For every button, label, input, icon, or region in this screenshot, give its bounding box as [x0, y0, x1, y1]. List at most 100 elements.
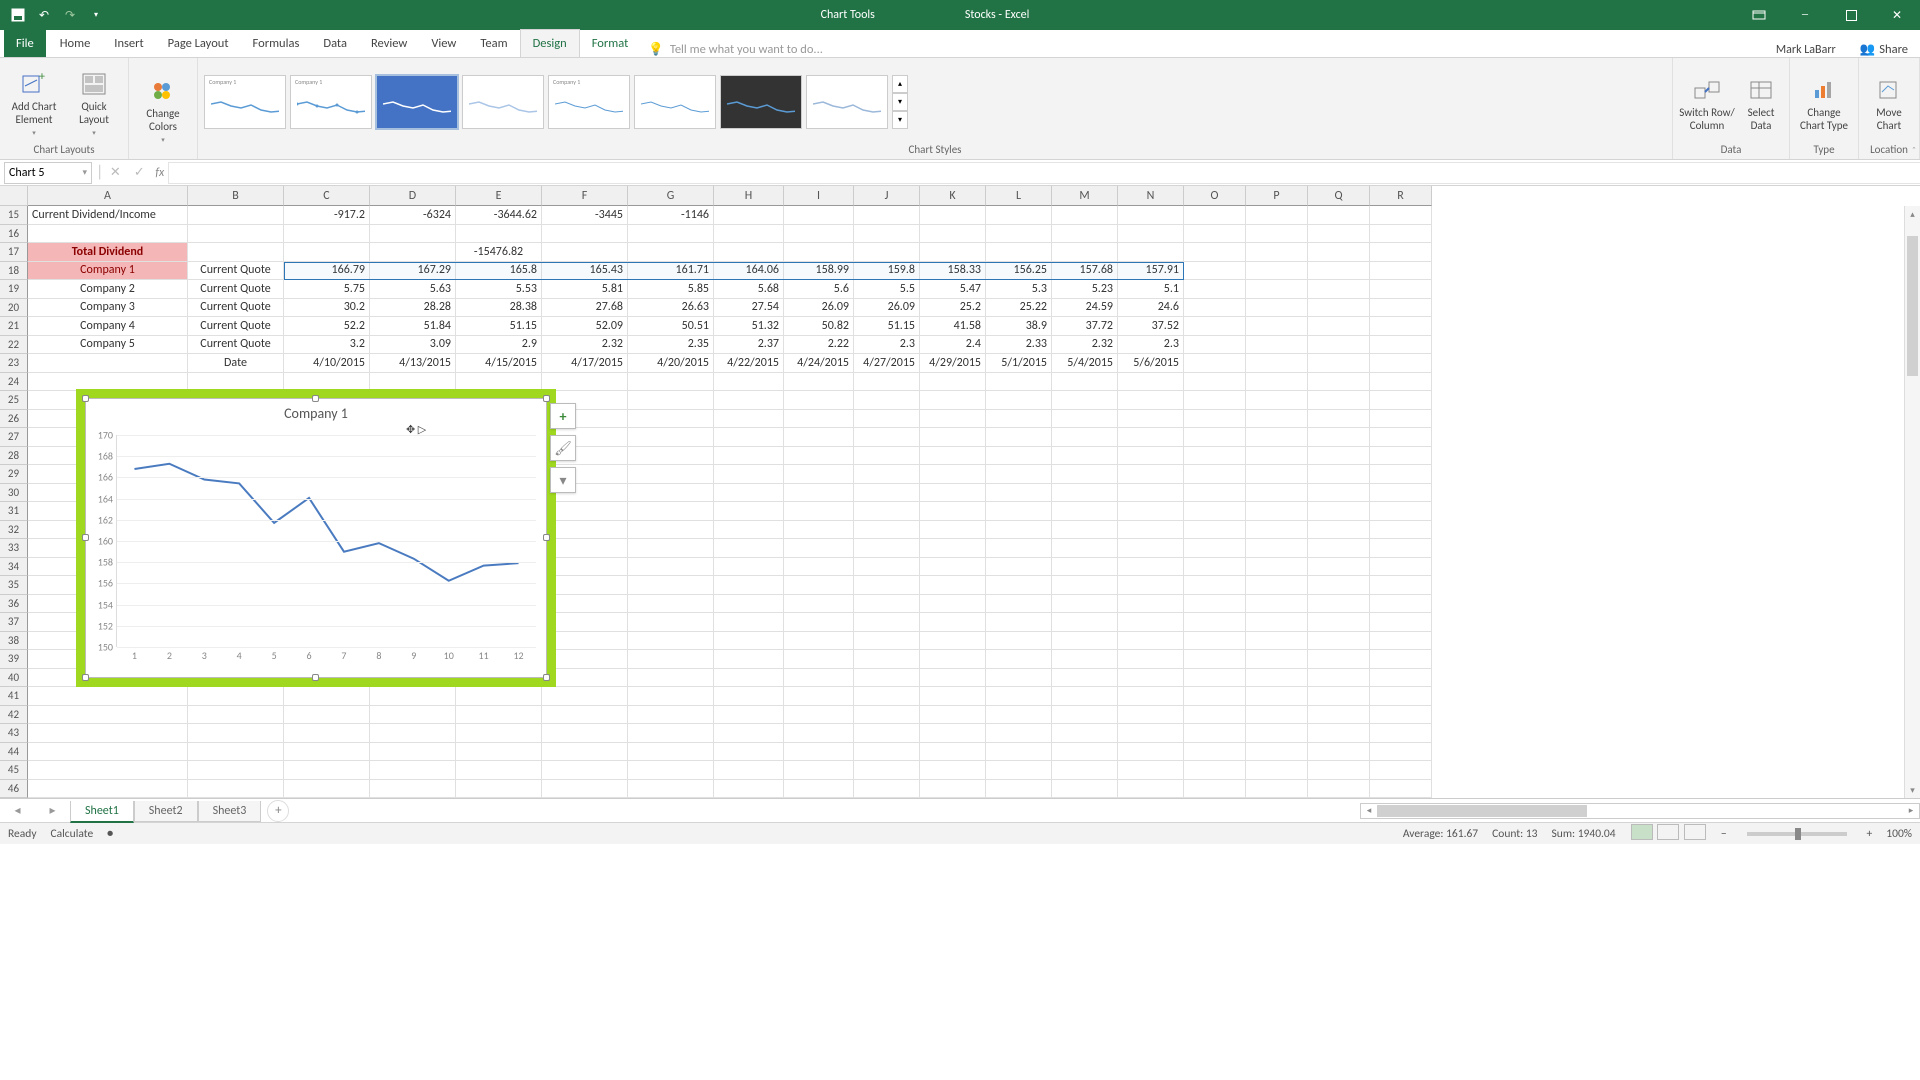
cell-H33[interactable] — [714, 539, 784, 558]
cell-G39[interactable] — [628, 650, 714, 669]
cell-N20[interactable]: 24.6 — [1118, 299, 1184, 318]
cell-I27[interactable] — [784, 428, 854, 447]
column-header-J[interactable]: J — [854, 186, 920, 206]
cell-J41[interactable] — [854, 687, 920, 706]
cell-L27[interactable] — [986, 428, 1052, 447]
cell-R17[interactable] — [1370, 243, 1432, 262]
column-header-M[interactable]: M — [1052, 186, 1118, 206]
redo-icon[interactable]: ↷ — [62, 7, 78, 23]
cell-R30[interactable] — [1370, 484, 1432, 503]
row-header-31[interactable]: 31 — [0, 502, 28, 521]
cell-Q20[interactable] — [1308, 299, 1370, 318]
cell-N36[interactable] — [1118, 595, 1184, 614]
cell-K15[interactable] — [920, 206, 986, 225]
cell-P20[interactable] — [1246, 299, 1308, 318]
cell-Q26[interactable] — [1308, 410, 1370, 429]
cell-N24[interactable] — [1118, 373, 1184, 392]
cell-R37[interactable] — [1370, 613, 1432, 632]
cell-B21[interactable]: Current Quote — [188, 317, 284, 336]
cell-F42[interactable] — [542, 706, 628, 725]
cell-G43[interactable] — [628, 724, 714, 743]
cell-O18[interactable] — [1184, 262, 1246, 281]
cell-P28[interactable] — [1246, 447, 1308, 466]
chart-handle[interactable] — [82, 674, 89, 681]
cell-I34[interactable] — [784, 558, 854, 577]
cell-J31[interactable] — [854, 502, 920, 521]
cell-P46[interactable] — [1246, 780, 1308, 799]
cell-Q15[interactable] — [1308, 206, 1370, 225]
cell-J39[interactable] — [854, 650, 920, 669]
cell-R41[interactable] — [1370, 687, 1432, 706]
accept-formula-icon[interactable]: ✓ — [127, 165, 151, 180]
cell-M19[interactable]: 5.23 — [1052, 280, 1118, 299]
cell-O46[interactable] — [1184, 780, 1246, 799]
cell-P30[interactable] — [1246, 484, 1308, 503]
cell-R35[interactable] — [1370, 576, 1432, 595]
cell-L29[interactable] — [986, 465, 1052, 484]
cell-C42[interactable] — [284, 706, 370, 725]
chart-handle[interactable] — [543, 674, 550, 681]
cell-R33[interactable] — [1370, 539, 1432, 558]
cell-Q40[interactable] — [1308, 669, 1370, 688]
cell-P38[interactable] — [1246, 632, 1308, 651]
sheet-tab-3[interactable]: Sheet3 — [198, 801, 262, 822]
cell-M32[interactable] — [1052, 521, 1118, 540]
cell-Q42[interactable] — [1308, 706, 1370, 725]
cell-R45[interactable] — [1370, 761, 1432, 780]
cell-D42[interactable] — [370, 706, 456, 725]
cell-G35[interactable] — [628, 576, 714, 595]
cell-J42[interactable] — [854, 706, 920, 725]
cell-L35[interactable] — [986, 576, 1052, 595]
cell-O26[interactable] — [1184, 410, 1246, 429]
cell-I46[interactable] — [784, 780, 854, 799]
cell-I39[interactable] — [784, 650, 854, 669]
cell-I23[interactable]: 4/24/2015 — [784, 354, 854, 373]
cell-J45[interactable] — [854, 761, 920, 780]
cell-N39[interactable] — [1118, 650, 1184, 669]
cell-P34[interactable] — [1246, 558, 1308, 577]
row-header-30[interactable]: 30 — [0, 484, 28, 503]
cell-M45[interactable] — [1052, 761, 1118, 780]
page-break-view-icon[interactable] — [1684, 824, 1706, 840]
cell-F43[interactable] — [542, 724, 628, 743]
cell-J22[interactable]: 2.3 — [854, 336, 920, 355]
row-header-25[interactable]: 25 — [0, 391, 28, 410]
cell-R18[interactable] — [1370, 262, 1432, 281]
namebox-dropdown-icon[interactable]: ▾ — [82, 167, 87, 178]
cell-N42[interactable] — [1118, 706, 1184, 725]
cell-G36[interactable] — [628, 595, 714, 614]
column-header-P[interactable]: P — [1246, 186, 1308, 206]
cell-N31[interactable] — [1118, 502, 1184, 521]
cell-N45[interactable] — [1118, 761, 1184, 780]
row-header-20[interactable]: 20 — [0, 299, 28, 318]
cell-R39[interactable] — [1370, 650, 1432, 669]
scroll-down-icon[interactable]: ▾ — [1905, 782, 1920, 798]
quick-layout-button[interactable]: Quick Layout▾ — [66, 66, 122, 137]
cell-R31[interactable] — [1370, 502, 1432, 521]
chart-title[interactable]: Company 1 — [86, 399, 546, 422]
cell-M18[interactable]: 157.68 — [1052, 262, 1118, 281]
cell-Q21[interactable] — [1308, 317, 1370, 336]
cell-K39[interactable] — [920, 650, 986, 669]
cell-K27[interactable] — [920, 428, 986, 447]
cell-A22[interactable]: Company 5 — [28, 336, 188, 355]
row-header-35[interactable]: 35 — [0, 576, 28, 595]
cell-E41[interactable] — [456, 687, 542, 706]
cell-D45[interactable] — [370, 761, 456, 780]
cell-B20[interactable]: Current Quote — [188, 299, 284, 318]
cell-I35[interactable] — [784, 576, 854, 595]
cell-K34[interactable] — [920, 558, 986, 577]
cell-O25[interactable] — [1184, 391, 1246, 410]
cell-Q30[interactable] — [1308, 484, 1370, 503]
row-header-22[interactable]: 22 — [0, 336, 28, 355]
cell-D20[interactable]: 28.28 — [370, 299, 456, 318]
cell-R25[interactable] — [1370, 391, 1432, 410]
sheet-tab-1[interactable]: Sheet1 — [70, 801, 134, 823]
change-colors-button[interactable]: Change Colors▾ — [135, 73, 191, 144]
chart-handle[interactable] — [543, 534, 550, 541]
cell-L44[interactable] — [986, 743, 1052, 762]
cell-M20[interactable]: 24.59 — [1052, 299, 1118, 318]
cell-B15[interactable] — [188, 206, 284, 225]
cell-O21[interactable] — [1184, 317, 1246, 336]
cell-J36[interactable] — [854, 595, 920, 614]
